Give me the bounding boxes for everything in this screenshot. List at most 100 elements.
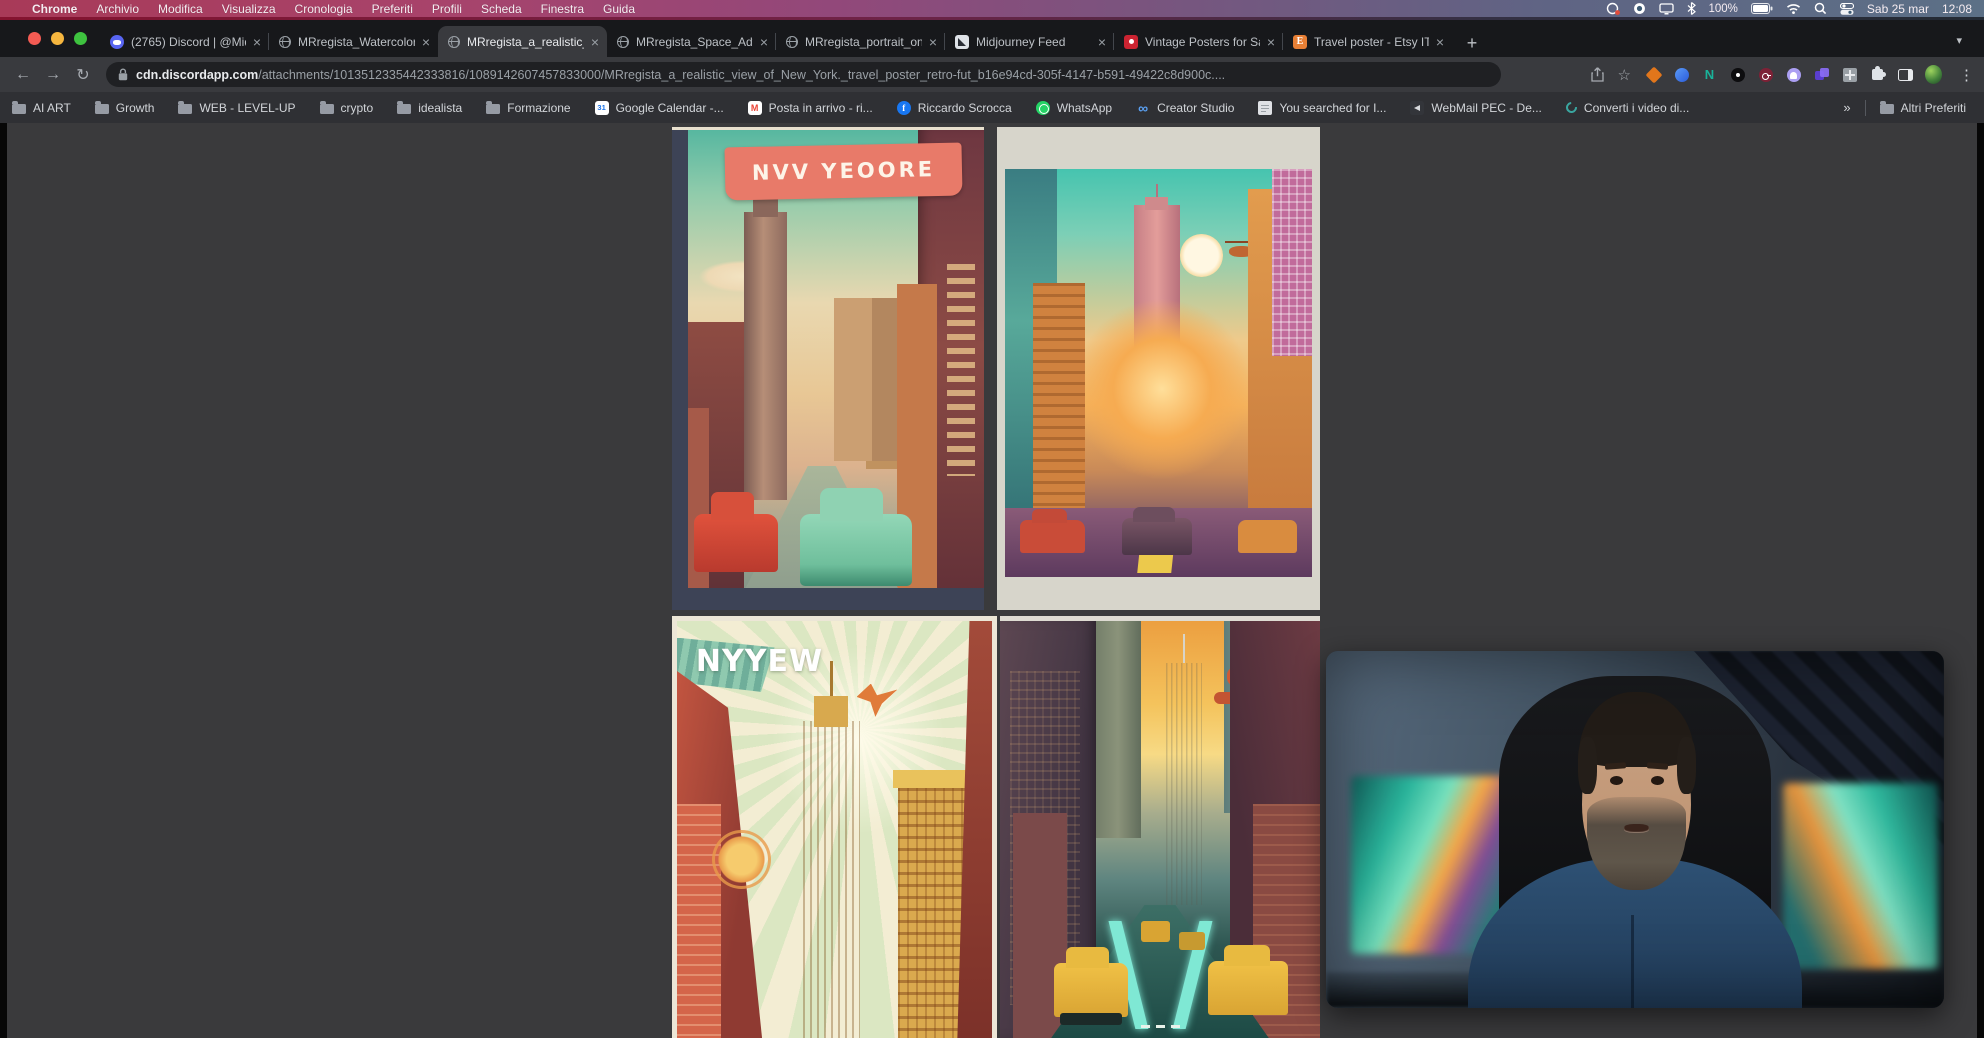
- bookmark-folder-web-level-up[interactable]: WEB - LEVEL-UP: [178, 101, 295, 115]
- p2-red-car: [1020, 520, 1084, 553]
- menubar-item-visualizza[interactable]: Visualizza: [222, 2, 276, 16]
- chrome-menu-kebab-icon[interactable]: ⋮: [1959, 66, 1974, 84]
- poster-new-york-bottom-right[interactable]: [1000, 616, 1320, 1038]
- grid-extension-icon[interactable]: [1841, 66, 1858, 83]
- tab-close-icon[interactable]: ×: [591, 35, 599, 49]
- p4-crosswalk-dashes: [1141, 1025, 1186, 1028]
- url-path: /attachments/1013512335442333816/1089142…: [258, 68, 1225, 82]
- tab-discord[interactable]: (2765) Discord | @Midjou ×: [100, 26, 269, 57]
- reload-button[interactable]: ↻: [70, 62, 96, 88]
- menubar-item-profili[interactable]: Profili: [432, 2, 462, 16]
- share-icon[interactable]: [1591, 67, 1604, 82]
- bluetooth-icon[interactable]: [1687, 2, 1696, 15]
- p3-empire-state-building: [803, 721, 860, 1038]
- menubar-item-archivio[interactable]: Archivio: [96, 2, 139, 16]
- profile-avatar[interactable]: [1925, 66, 1942, 83]
- tab-search-chevron-icon[interactable]: ▾: [1956, 34, 1962, 47]
- tab-watercolor[interactable]: MRregista_Watercolor_Pa ×: [269, 26, 438, 57]
- bookmark-folder-growth[interactable]: Growth: [95, 101, 155, 115]
- password-key-extension-icon[interactable]: [1757, 66, 1774, 83]
- tab-close-icon[interactable]: ×: [760, 35, 768, 49]
- lock-icon: [118, 68, 128, 81]
- menubar-item-cronologia[interactable]: Cronologia: [295, 2, 353, 16]
- tab-portrait[interactable]: MRregista_portrait_on_a_ ×: [776, 26, 945, 57]
- phantom-ghost-extension-icon[interactable]: [1785, 66, 1802, 83]
- menubar-item-chrome[interactable]: Chrome: [32, 2, 77, 16]
- tab-vintage-posters[interactable]: Vintage Posters for Sale | ×: [1114, 26, 1283, 57]
- bookmark-facebook[interactable]: fRiccardo Scrocca: [897, 101, 1012, 115]
- bookmark-folder-idealista[interactable]: idealista: [397, 101, 462, 115]
- minimize-window-button[interactable]: [51, 32, 64, 45]
- control-center-icon[interactable]: [1840, 3, 1854, 15]
- bookmark-altri-preferiti[interactable]: Altri Preferiti: [1880, 101, 1966, 115]
- menubar-date[interactable]: Sab 25 mar: [1867, 2, 1929, 16]
- spotlight-search-icon[interactable]: [1814, 2, 1827, 15]
- tab-close-icon[interactable]: ×: [1098, 35, 1106, 49]
- tab-close-icon[interactable]: ×: [1267, 35, 1275, 49]
- wifi-icon[interactable]: [1786, 3, 1801, 14]
- bookmark-whatsapp[interactable]: WhatsApp: [1036, 101, 1112, 115]
- bookmark-webmail-pec[interactable]: WebMail PEC - De...: [1410, 101, 1541, 115]
- poster-new-york-top-left[interactable]: NVV YEOORE: [672, 127, 984, 610]
- menubar-item-modifica[interactable]: Modifica: [158, 2, 203, 16]
- black-circle-shape: [1731, 68, 1745, 82]
- google-calendar-icon: 31: [595, 101, 609, 115]
- menubar-item-scheda[interactable]: Scheda: [481, 2, 522, 16]
- bookmark-folder-ai-art[interactable]: AI ART: [12, 101, 71, 115]
- screen: Chrome Archivio Modifica Visualizza Cron…: [0, 0, 1984, 1038]
- bookmark-folder-formazione[interactable]: Formazione: [486, 101, 570, 115]
- bookmarks-overflow-chevron[interactable]: »: [1843, 100, 1850, 115]
- bookmark-you-searched[interactable]: You searched for I...: [1258, 101, 1386, 115]
- purple-squares-shape: [1815, 68, 1829, 82]
- menubar-item-finestra[interactable]: Finestra: [541, 2, 584, 16]
- grid-shape: [1843, 68, 1857, 82]
- chrome-toolbar: ← → ↻ cdn.discordapp.com/attachments/101…: [0, 57, 1984, 92]
- p3-title-text: NYYEW: [696, 644, 823, 679]
- tab-space-adventure[interactable]: MRregista_Space_Advent ×: [607, 26, 776, 57]
- forward-button[interactable]: →: [40, 62, 66, 88]
- n-extension-icon[interactable]: N: [1701, 66, 1718, 83]
- screen-record-icon[interactable]: [1606, 2, 1620, 15]
- bookmark-creator-studio[interactable]: ∞Creator Studio: [1136, 101, 1234, 115]
- tab-etsy[interactable]: E Travel poster - Etsy IT ×: [1283, 26, 1452, 57]
- side-panel-icon[interactable]: [1897, 66, 1914, 83]
- close-window-button[interactable]: [28, 32, 41, 45]
- bookmark-label: Riccardo Scrocca: [918, 101, 1012, 115]
- p4-yellow-taxi-left: [1054, 963, 1128, 1017]
- menubar-time[interactable]: 12:08: [1942, 2, 1972, 16]
- extensions-puzzle-icon[interactable]: [1869, 66, 1886, 83]
- tab-close-icon[interactable]: ×: [1436, 35, 1444, 49]
- blue-wallet-extension-icon[interactable]: [1673, 66, 1690, 83]
- menubar-item-preferiti[interactable]: Preferiti: [372, 2, 413, 16]
- bookmark-star-icon[interactable]: ☆: [1618, 66, 1631, 84]
- purple-squares-extension-icon[interactable]: [1813, 66, 1830, 83]
- bookmark-folder-crypto[interactable]: crypto: [320, 101, 374, 115]
- black-circle-extension-icon[interactable]: [1729, 66, 1746, 83]
- new-tab-button[interactable]: +: [1458, 29, 1486, 57]
- bookmark-converti-video[interactable]: Converti i video di...: [1566, 101, 1689, 115]
- tab-close-icon[interactable]: ×: [253, 35, 261, 49]
- tab-realistic-view-active[interactable]: MRregista_a_realistic_vie ×: [438, 26, 607, 57]
- app-status-icon[interactable]: [1633, 2, 1646, 15]
- back-button[interactable]: ←: [10, 62, 36, 88]
- zoom-window-button[interactable]: [74, 32, 87, 45]
- menubar-status-area: 100% Sab 25 mar 12:08: [1606, 2, 1984, 16]
- webmail-icon: [1410, 101, 1424, 115]
- bookmark-google-calendar[interactable]: 31Google Calendar -...: [595, 101, 724, 115]
- p1-right-windows: [947, 264, 975, 475]
- tab-midjourney-feed[interactable]: Midjourney Feed ×: [945, 26, 1114, 57]
- poster-new-york-top-right[interactable]: [997, 127, 1320, 610]
- url-host: cdn.discordapp.com: [136, 68, 258, 82]
- tab-close-icon[interactable]: ×: [422, 35, 430, 49]
- p1-distant-towers: [834, 298, 903, 461]
- address-bar[interactable]: cdn.discordapp.com/attachments/101351233…: [106, 62, 1501, 87]
- bookmark-gmail[interactable]: MPosta in arrivo - ri...: [748, 101, 873, 115]
- metamask-extension-icon[interactable]: [1645, 66, 1662, 83]
- p2-right-pink-building: [1272, 169, 1312, 357]
- battery-icon[interactable]: [1751, 3, 1773, 14]
- tab-close-icon[interactable]: ×: [929, 35, 937, 49]
- folder-icon: [178, 104, 192, 114]
- poster-new-york-bottom-left[interactable]: NYYEW: [672, 616, 997, 1038]
- display-icon[interactable]: [1659, 3, 1674, 15]
- menubar-item-guida[interactable]: Guida: [603, 2, 635, 16]
